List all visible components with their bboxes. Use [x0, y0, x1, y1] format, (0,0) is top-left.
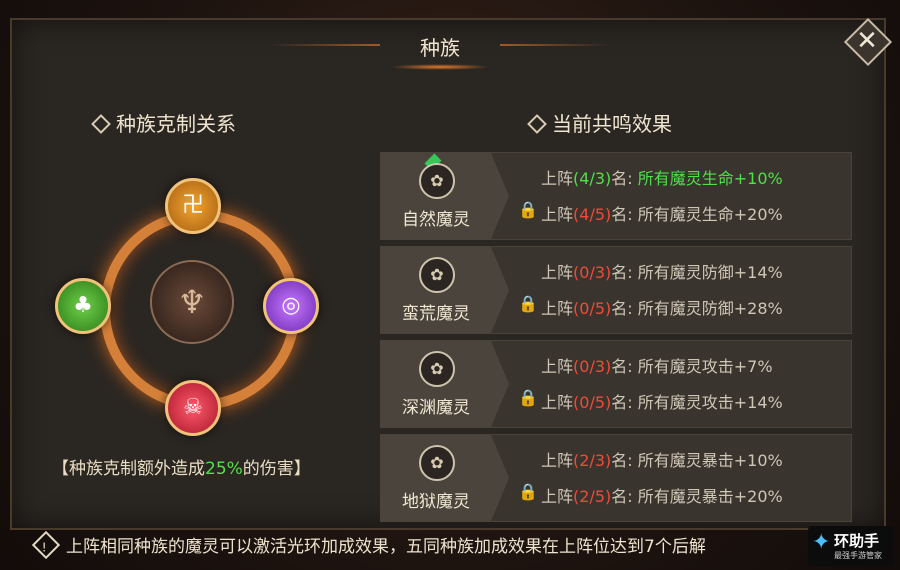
tier-prefix: 上阵: [541, 451, 574, 470]
note-suffix: 的伤害】: [242, 459, 311, 479]
race-name: 自然魔灵: [402, 210, 470, 230]
tier-count: (4/3): [573, 169, 612, 188]
warning-icon: !: [31, 530, 61, 560]
race-cell-arrow: [491, 153, 509, 239]
tier-effect-text: 所有魔灵生命+10%: [637, 169, 783, 188]
abyss-race-node[interactable]: ◎: [263, 278, 319, 334]
note-highlight: 25%: [205, 459, 243, 479]
tier-suffix: 名:: [611, 169, 638, 188]
resonance-section-title: 当前共鸣效果: [527, 108, 672, 137]
resonance-row-savage[interactable]: ✿ 蛮荒魔灵 上阵(0/3)名: 所有魔灵防御+14% 🔒 上阵(0/5)名: …: [380, 246, 852, 334]
lock-icon: 🔒: [518, 294, 538, 313]
tier-3-effect: 上阵(4/3)名: 所有魔灵生命+10%: [541, 165, 783, 189]
tier-5-effect: 上阵(0/5)名: 所有魔灵攻击+14%: [541, 389, 783, 413]
tier-count: (2/5): [573, 487, 612, 506]
tier-5-effect: 上阵(2/5)名: 所有魔灵暴击+20%: [541, 483, 783, 507]
race-cell-arrow: [491, 435, 509, 521]
tier-count: (0/3): [573, 357, 612, 376]
tier-3-effect: 上阵(0/3)名: 所有魔灵攻击+7%: [541, 353, 773, 377]
tier-prefix: 上阵: [541, 487, 574, 506]
tier-suffix: 名:: [611, 451, 638, 470]
tier-prefix: 上阵: [541, 263, 574, 282]
tier-prefix: 上阵: [541, 357, 574, 376]
tier-count: (4/5): [573, 205, 612, 224]
race-emblem-icon: ✿: [419, 257, 455, 293]
race-restraint-wheel: ♆ 卍 ♣ ◎ ☠: [55, 170, 320, 440]
center-emblem-icon: ♆: [150, 260, 234, 344]
tip-text: 上阵相同种族的魔灵可以激活光环加成效果，五同种族加成效果在上阵位达到7个后解: [66, 537, 706, 557]
tier-effect-text: 所有魔灵生命+20%: [637, 205, 783, 224]
diamond-bullet-icon: [91, 113, 111, 134]
tier-count: (0/5): [573, 299, 612, 318]
page-title: 种族: [420, 36, 460, 60]
tier-effect-text: 所有魔灵暴击+10%: [637, 451, 783, 470]
logo-sub-text: 最强手游管家: [834, 551, 882, 560]
restraint-section-title: 种族克制关系: [91, 108, 236, 137]
race-cell-arrow: [491, 247, 509, 333]
close-icon: ✕: [856, 26, 878, 56]
race-emblem-icon: ✿: [419, 163, 455, 199]
tier-effect-text: 所有魔灵暴击+20%: [637, 487, 783, 506]
tier-5-effect: 上阵(0/5)名: 所有魔灵防御+28%: [541, 295, 783, 319]
logo-mark-icon: ✦: [812, 530, 831, 555]
note-prefix: 【种族克制额外造成: [52, 459, 205, 479]
tier-suffix: 名:: [611, 487, 638, 506]
tier-effect-text: 所有魔灵攻击+14%: [637, 393, 783, 412]
tier-prefix: 上阵: [541, 299, 574, 318]
restraint-title-text: 种族克制关系: [116, 112, 236, 136]
tier-prefix: 上阵: [541, 169, 574, 188]
title-glow: [390, 64, 490, 70]
race-name: 深渊魔灵: [402, 398, 470, 418]
tier-suffix: 名:: [611, 205, 638, 224]
resonance-row-abyss[interactable]: ✿ 深渊魔灵 上阵(0/3)名: 所有魔灵攻击+7% 🔒 上阵(0/5)名: 所…: [380, 340, 852, 428]
bottom-tip: ! 上阵相同种族的魔灵可以激活光环加成效果，五同种族加成效果在上阵位达到7个后解: [31, 530, 706, 560]
tier-count: (0/5): [573, 393, 612, 412]
race-emblem-icon: ✿: [419, 445, 455, 481]
tier-suffix: 名:: [611, 299, 638, 318]
tier-effect-text: 所有魔灵防御+28%: [637, 299, 783, 318]
logo-main-text: 环助手: [834, 532, 880, 550]
tier-count: (2/3): [573, 451, 612, 470]
race-name: 蛮荒魔灵: [402, 304, 470, 324]
resonance-row-nature[interactable]: ✿ 自然魔灵 上阵(4/3)名: 所有魔灵生命+10% 🔒 上阵(4/5)名: …: [380, 152, 852, 240]
tier-suffix: 名:: [611, 393, 638, 412]
race-name: 地狱魔灵: [402, 492, 470, 512]
tier-suffix: 名:: [611, 357, 638, 376]
tier-effect-text: 所有魔灵防御+14%: [637, 263, 783, 282]
race-cell-arrow: [491, 341, 509, 427]
lock-icon: 🔒: [518, 388, 538, 407]
tier-effect-text: 所有魔灵攻击+7%: [637, 357, 773, 376]
tier-prefix: 上阵: [541, 393, 574, 412]
tier-suffix: 名:: [611, 263, 638, 282]
title-bar: 种族: [270, 20, 610, 70]
race-emblem-icon: ✿: [419, 351, 455, 387]
resonance-title-text: 当前共鸣效果: [552, 112, 672, 136]
tier-count: (0/3): [573, 263, 612, 282]
tier-prefix: 上阵: [541, 205, 574, 224]
tier-3-effect: 上阵(0/3)名: 所有魔灵防御+14%: [541, 259, 783, 283]
resonance-row-hell[interactable]: ✿ 地狱魔灵 上阵(2/3)名: 所有魔灵暴击+10% 🔒 上阵(2/5)名: …: [380, 434, 852, 522]
diamond-bullet-icon: [527, 113, 547, 134]
nature-race-node[interactable]: ♣: [55, 278, 111, 334]
tier-3-effect: 上阵(2/3)名: 所有魔灵暴击+10%: [541, 447, 783, 471]
skull-race-node[interactable]: ☠: [165, 380, 221, 436]
lock-icon: 🔒: [518, 200, 538, 219]
lock-icon: 🔒: [518, 482, 538, 501]
hell-race-node[interactable]: 卍: [165, 178, 221, 234]
watermark-logo: ✦ 环助手 最强手游管家: [808, 526, 894, 566]
resonance-effects-list: ✿ 自然魔灵 上阵(4/3)名: 所有魔灵生命+10% 🔒 上阵(4/5)名: …: [380, 152, 852, 528]
tier-5-effect: 上阵(4/5)名: 所有魔灵生命+20%: [541, 201, 783, 225]
restraint-note: 【种族克制额外造成25%的伤害】: [52, 455, 352, 483]
close-button[interactable]: ✕: [843, 17, 893, 67]
